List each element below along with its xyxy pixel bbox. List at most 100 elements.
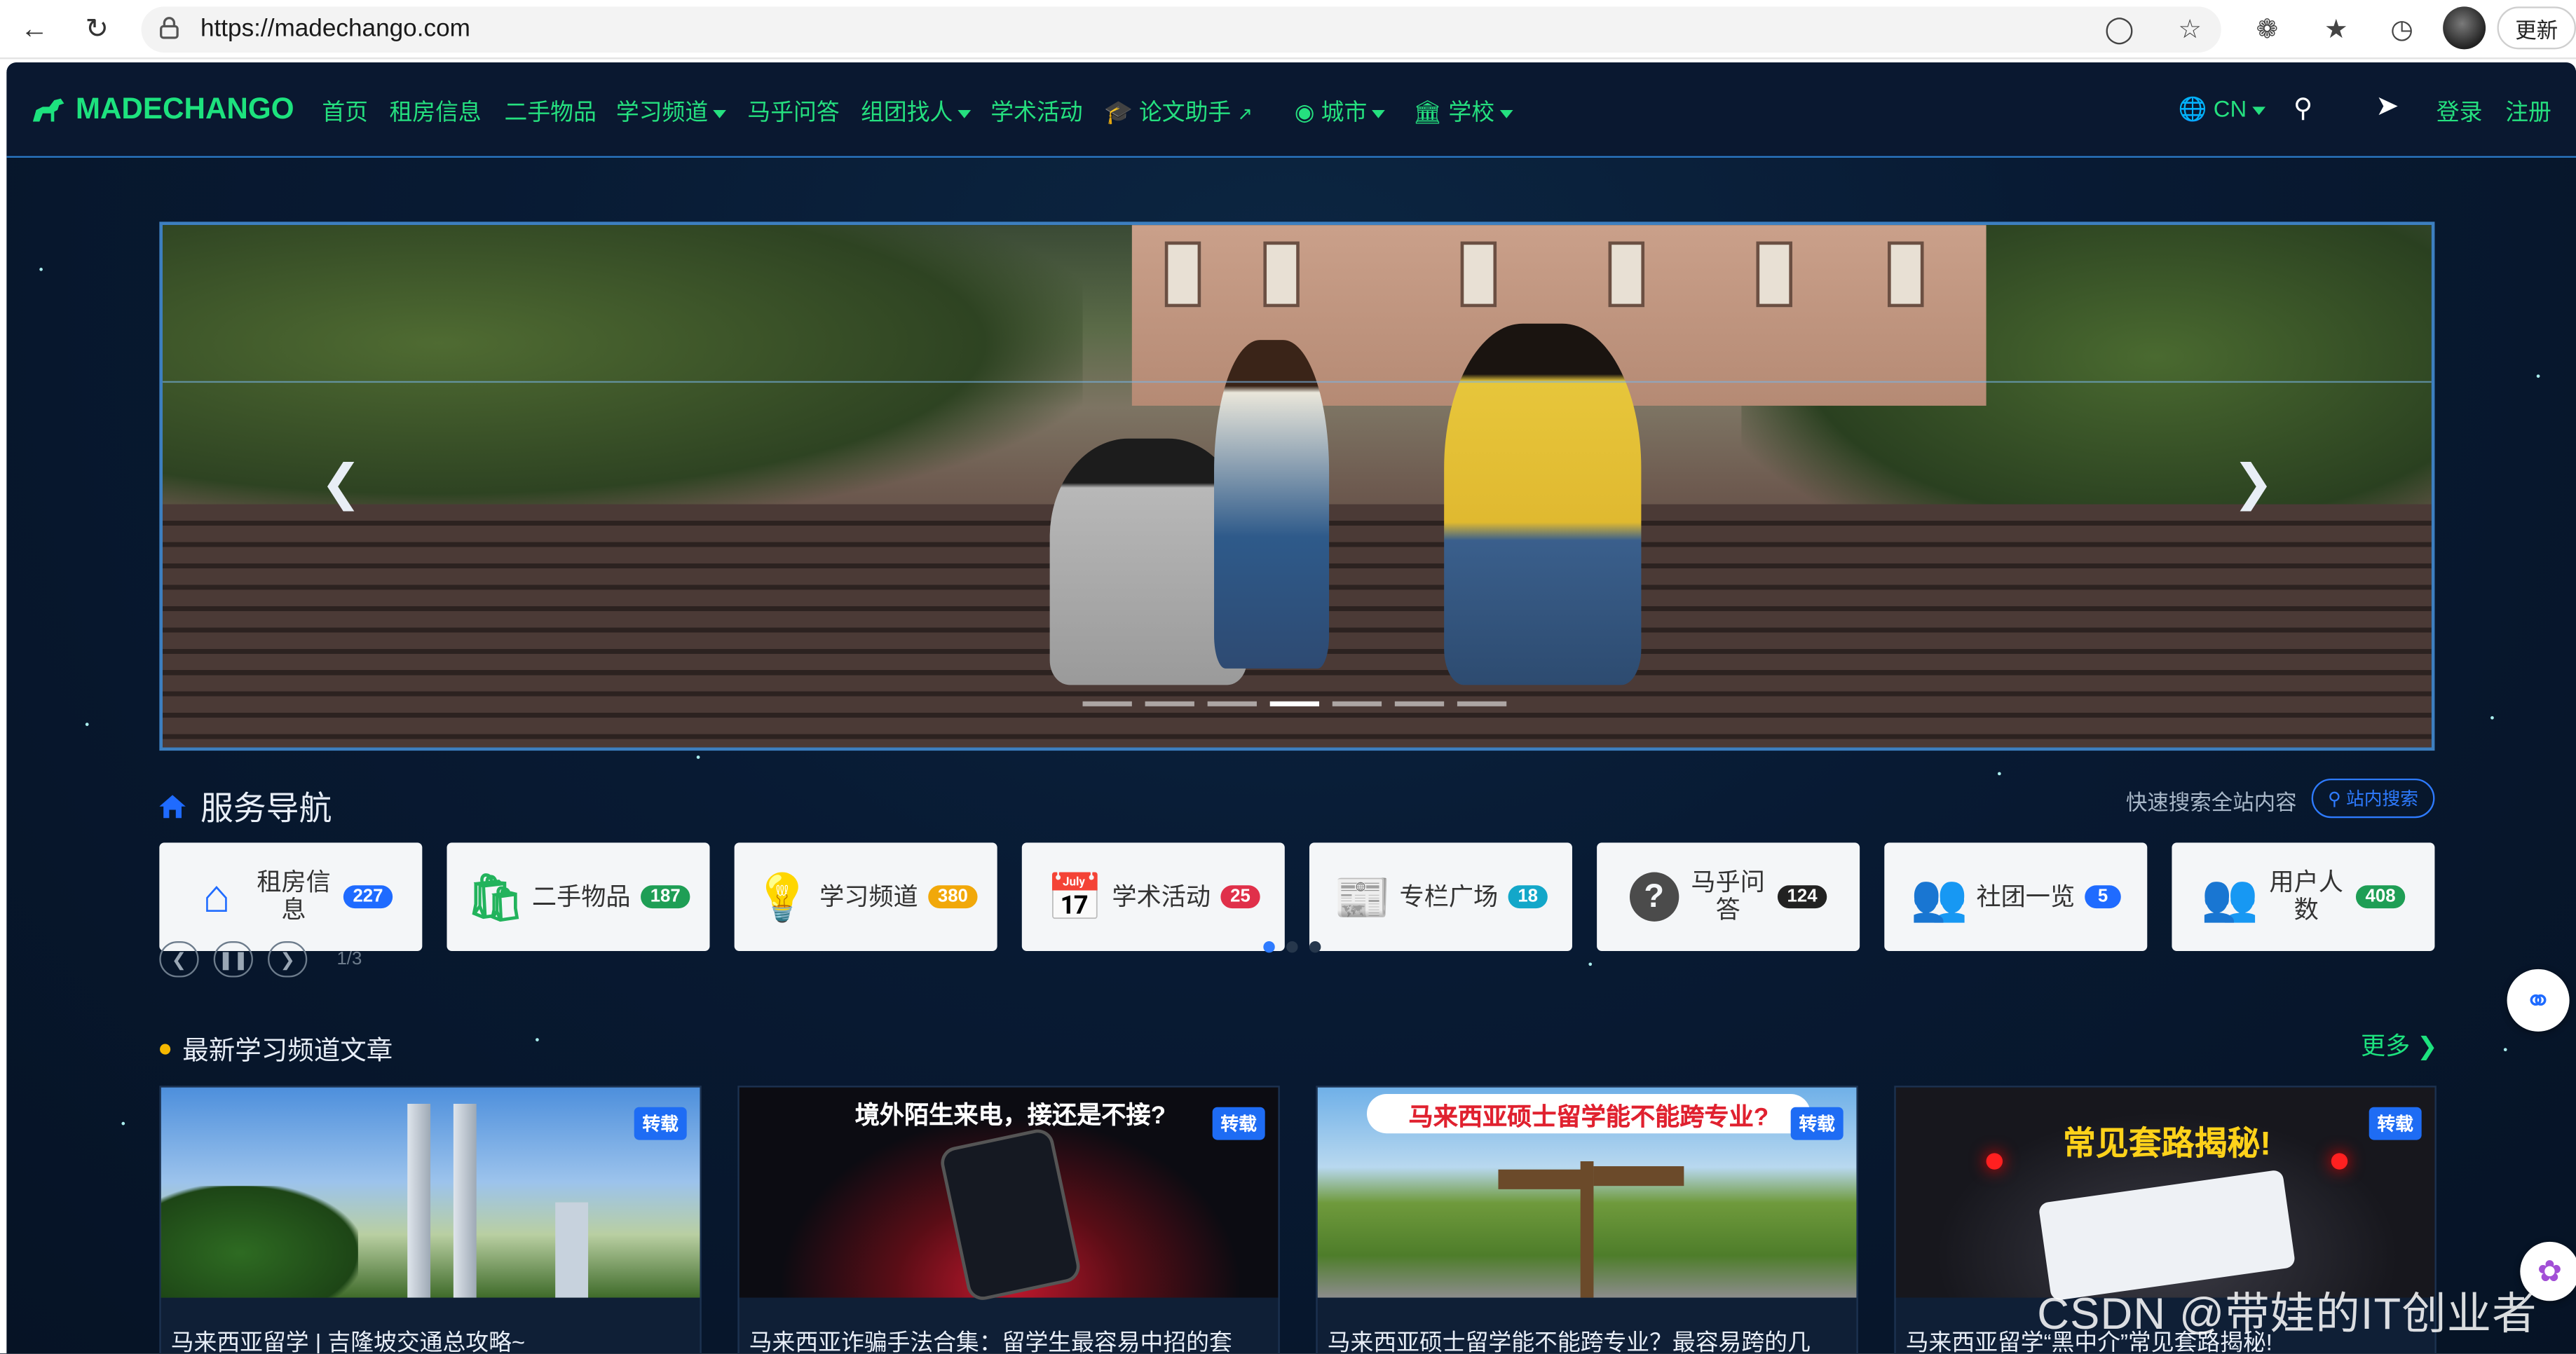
history-icon[interactable]: ◷	[2382, 10, 2421, 49]
extensions-icon[interactable]: ❁	[2247, 10, 2287, 49]
chevron-down-icon	[1499, 109, 1513, 118]
newspaper-icon: 📰	[1333, 871, 1391, 923]
carousel-dot[interactable]	[1457, 701, 1507, 706]
site-search-button[interactable]: ⚲ 站内搜索	[2311, 778, 2435, 819]
carousel-dot[interactable]	[1145, 701, 1194, 706]
question-icon: ?	[1629, 872, 1679, 922]
favorites-icon[interactable]: ★	[2317, 10, 2356, 49]
favorite-star-icon[interactable]: ☆	[2170, 10, 2209, 49]
article-image-caption: 常见套路揭秘!	[2062, 1126, 2271, 1163]
service-card-label: 马乎问答	[1691, 868, 1765, 925]
carousel-dot[interactable]	[1207, 701, 1257, 706]
repost-tag: 转载	[634, 1107, 687, 1140]
services-header: 服务导航	[158, 782, 332, 830]
reload-icon[interactable]: ↻	[76, 8, 118, 51]
nav-study-dropdown[interactable]: 学习频道	[616, 95, 726, 128]
service-pager-dots[interactable]	[1263, 941, 1321, 953]
services-title: 服务导航	[200, 791, 332, 828]
service-card-label: 学习频道	[819, 882, 918, 911]
nav-thesis-assistant[interactable]: 🎓 论文助手 ↗	[1104, 95, 1253, 128]
url-text[interactable]: https://madechango.com	[200, 15, 470, 43]
lightbulb-icon: 💡	[754, 871, 812, 923]
reading-mode-icon[interactable]: ◯	[2099, 10, 2139, 49]
nav-rental[interactable]: 租房信息	[389, 95, 481, 128]
nav-secondhand[interactable]: 二手物品	[505, 95, 597, 128]
service-card[interactable]: 👥 社团一览 5	[1884, 842, 2148, 952]
count-badge: 25	[1220, 885, 1260, 909]
carousel-dot[interactable]	[1082, 701, 1132, 706]
chevron-down-icon	[2251, 106, 2265, 115]
service-card[interactable]: 📅 学术活动 25	[1021, 842, 1285, 952]
nav-school-dropdown[interactable]: 🏛 学校	[1413, 95, 1513, 128]
service-card-label: 二手物品	[531, 882, 631, 911]
profile-avatar[interactable]	[2443, 6, 2486, 50]
map-pin-icon: ◉	[1294, 98, 1315, 125]
nav-thesis-label: 论文助手	[1138, 98, 1232, 125]
nav-city-dropdown[interactable]: ◉ 城市	[1294, 95, 1386, 128]
pager-dot[interactable]	[1286, 941, 1298, 953]
nav-qa[interactable]: 马乎问答	[747, 95, 839, 128]
chevron-down-icon	[958, 109, 972, 118]
nav-home[interactable]: 首页	[322, 95, 368, 128]
site-info-icon[interactable]	[158, 16, 181, 39]
article-title[interactable]: 马来西亚诈骗手法合集：留学生最容易中招的套	[749, 1325, 1232, 1353]
article-thumbnail: 常见套路揭秘!	[1895, 1087, 2435, 1301]
carousel-dot[interactable]	[1332, 701, 1382, 706]
carousel-pause-button[interactable]: ❚❚	[213, 941, 253, 978]
search-icon[interactable]: ⚲	[2294, 92, 2312, 125]
count-badge: 5	[2085, 885, 2121, 909]
login-link[interactable]: 登录	[2437, 95, 2483, 128]
count-badge: 227	[343, 885, 393, 909]
nav-school-label: 学校	[1448, 98, 1495, 125]
count-badge: 18	[1508, 885, 1548, 909]
search-icon: ⚲	[2328, 789, 2341, 809]
update-button[interactable]: 更新	[2497, 6, 2576, 50]
carousel-indicators[interactable]	[1082, 701, 1507, 706]
address-bar[interactable]: https://madechango.com ◯ ☆	[141, 6, 2221, 53]
article-title[interactable]: 马来西亚留学 | 吉隆坡交通总攻略~	[171, 1325, 525, 1353]
register-link[interactable]: 注册	[2505, 95, 2551, 128]
service-card[interactable]: 🛍 二手物品 187	[447, 842, 710, 952]
pager-dot-active[interactable]	[1263, 941, 1275, 953]
more-link[interactable]: 更多 ❯	[2361, 1028, 2438, 1062]
carousel-next-button[interactable]: ❯	[268, 941, 308, 978]
service-card[interactable]: 📰 专栏广场 18	[1309, 842, 1572, 952]
nav-academic[interactable]: 学术活动	[990, 95, 1082, 128]
article-card[interactable]: 马来西亚硕士留学能不能跨专业? 转载 马来西亚硕士留学能不能跨专业？最容易跨的几	[1316, 1086, 1858, 1354]
service-card[interactable]: ⌂ 租房信息 227	[159, 842, 423, 952]
carousel-prev-button[interactable]: ❮	[159, 941, 199, 978]
back-icon[interactable]: ←	[13, 8, 56, 51]
article-card[interactable]: 境外陌生来电，接还是不接? 转载 马来西亚诈骗手法合集：留学生最容易中招的套	[737, 1086, 1280, 1354]
graduation-cap-icon: 🎓	[1104, 98, 1133, 125]
lightbulb-icon: ●	[158, 1034, 173, 1062]
horse-icon	[32, 97, 64, 121]
carousel-next-icon[interactable]: ❯	[2233, 455, 2274, 512]
chevron-right-icon: ❯	[2417, 1033, 2438, 1062]
globe-icon: 🌐	[2178, 95, 2207, 122]
article-card[interactable]: 转载 马来西亚留学 | 吉隆坡交通总攻略~	[159, 1086, 702, 1354]
service-card-label: 学术活动	[1112, 882, 1211, 911]
service-card[interactable]: 💡 学习频道 380	[734, 842, 997, 952]
more-label: 更多	[2360, 1033, 2411, 1062]
count-badge: 187	[640, 885, 690, 909]
nav-team-dropdown[interactable]: 组团找人	[861, 95, 972, 128]
user-group-icon: 👥	[2201, 871, 2258, 923]
articles-header: ● 最新学习频道文章	[158, 1028, 393, 1067]
carousel-dot-active[interactable]	[1269, 701, 1320, 706]
carousel-dot[interactable]	[1394, 701, 1445, 706]
assistant-float-button[interactable]: ⚭	[2507, 969, 2570, 1032]
rocket-icon[interactable]: ➤	[2376, 90, 2399, 123]
article-image-caption: 马来西亚硕士留学能不能跨专业?	[1408, 1104, 1769, 1132]
users-icon: 👥	[1910, 871, 1968, 923]
chat-bubble-icon: ⚭	[2524, 983, 2552, 1020]
brand-logo[interactable]: MADECHANGO	[29, 92, 294, 126]
hero-carousel[interactable]: ❮ ❯	[159, 221, 2435, 751]
service-card[interactable]: ? 马乎问答 124	[1597, 842, 1860, 952]
service-card[interactable]: 👥 用户人数 408	[2172, 842, 2435, 952]
language-dropdown[interactable]: 🌐 CN	[2179, 95, 2265, 123]
article-title[interactable]: 马来西亚硕士留学能不能跨专业？最容易跨的几	[1328, 1325, 1811, 1353]
carousel-prev-icon[interactable]: ❮	[320, 455, 362, 512]
brand-name: MADECHANGO	[75, 92, 294, 125]
pager-dot[interactable]	[1309, 941, 1321, 953]
service-card-label: 社团一览	[1976, 882, 2076, 911]
